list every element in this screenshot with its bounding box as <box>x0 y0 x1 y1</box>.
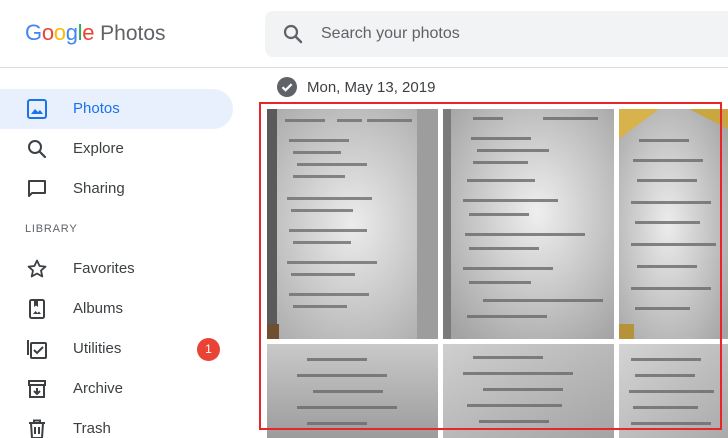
archive-icon <box>28 380 46 398</box>
sidebar-item-archive[interactable]: Archive <box>0 369 233 409</box>
album-icon <box>29 299 45 319</box>
search-icon[interactable] <box>281 22 305 46</box>
logo-letter: g <box>65 20 78 45</box>
sidebar: Photos Explore Sharing LIBRARY Favorites… <box>0 69 250 438</box>
sidebar-item-favorites[interactable]: Favorites <box>0 249 233 289</box>
top-bar: Google Photos <box>0 0 728 68</box>
document-photo <box>443 109 614 339</box>
search-icon <box>28 140 47 159</box>
date-label: Mon, May 13, 2019 <box>307 78 436 96</box>
search-input[interactable] <box>321 23 701 45</box>
star-icon <box>27 259 47 278</box>
photo-thumbnail[interactable] <box>443 344 614 438</box>
photo-thumbnail[interactable] <box>619 109 728 339</box>
sidebar-item-explore[interactable]: Explore <box>0 129 233 169</box>
sidebar-item-utilities[interactable]: Utilities 1 <box>0 329 233 369</box>
photo-thumbnail[interactable] <box>267 109 438 339</box>
chat-bubble-icon <box>28 180 46 197</box>
sidebar-item-photos[interactable]: Photos <box>0 89 233 129</box>
logo-letter: G <box>25 20 42 45</box>
search-box[interactable] <box>265 11 728 57</box>
photo-icon <box>27 99 47 119</box>
logo-letter: e <box>82 20 95 45</box>
document-photo <box>267 109 438 339</box>
sidebar-item-label: Trash <box>73 420 111 437</box>
sidebar-item-label: Favorites <box>73 260 135 277</box>
photo-thumbnail[interactable] <box>619 344 728 438</box>
utilities-count-badge: 1 <box>197 338 220 361</box>
sidebar-item-trash[interactable]: Trash <box>0 409 233 438</box>
sidebar-item-label: Archive <box>73 380 124 397</box>
google-photos-logo[interactable]: Google Photos <box>25 20 166 48</box>
utilities-icon <box>27 340 47 359</box>
sidebar-item-label: Utilities <box>73 340 122 357</box>
google-wordmark: Google <box>25 20 94 46</box>
sidebar-item-label: Explore <box>73 140 124 157</box>
date-group-header: Mon, May 13, 2019 <box>276 75 435 99</box>
sidebar-item-sharing[interactable]: Sharing <box>0 169 233 209</box>
library-section-label: LIBRARY <box>25 223 78 235</box>
photo-thumbnail[interactable] <box>443 109 614 339</box>
document-photo <box>267 344 438 438</box>
sidebar-item-label: Sharing <box>73 180 125 197</box>
sidebar-item-label: Photos <box>73 100 120 117</box>
sidebar-item-label: Albums <box>73 300 124 317</box>
select-all-check-icon[interactable] <box>276 76 298 98</box>
document-photo <box>443 344 614 438</box>
sidebar-item-albums[interactable]: Albums <box>0 289 233 329</box>
document-photo <box>619 109 728 339</box>
photo-thumbnail[interactable] <box>267 344 438 438</box>
trash-icon <box>29 419 45 438</box>
product-name: Photos <box>100 22 166 45</box>
document-photo <box>619 344 728 438</box>
logo-letter: o <box>41 20 54 45</box>
logo-letter: o <box>53 20 66 45</box>
